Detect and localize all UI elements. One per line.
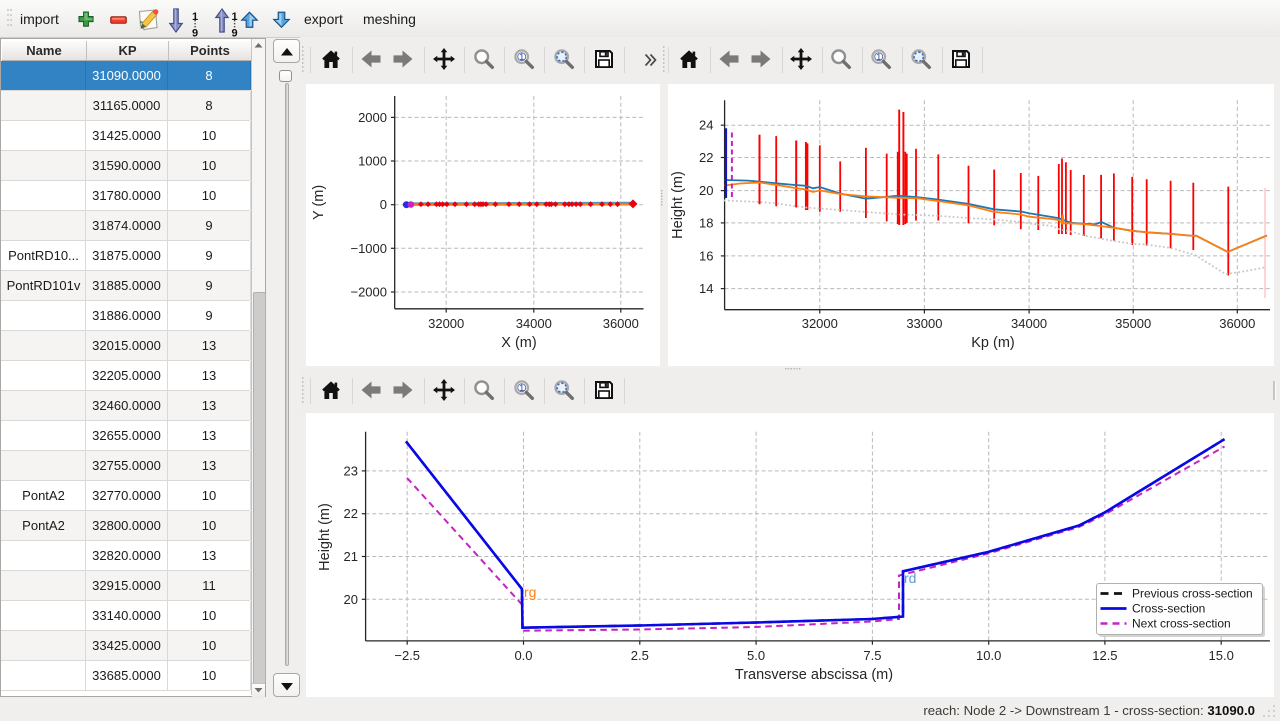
svg-text:22: 22 [344,506,358,521]
svg-text:34000: 34000 [1011,316,1047,331]
svg-text:Y (m): Y (m) [311,185,327,220]
svg-text:2000: 2000 [358,110,387,125]
svg-text:7.5: 7.5 [863,648,881,663]
svg-text:18: 18 [699,215,713,230]
svg-text:Height (m): Height (m) [317,503,333,571]
svg-text:35000: 35000 [1115,316,1151,331]
svg-text:Cross-section: Cross-section [1132,602,1205,616]
svg-text:Next cross-section: Next cross-section [1132,617,1231,631]
svg-text:12.5: 12.5 [1092,648,1117,663]
svg-text:−1000: −1000 [350,241,387,256]
svg-text:36000: 36000 [603,316,639,331]
svg-text:Kp (m): Kp (m) [971,335,1015,351]
svg-text:20: 20 [699,183,713,198]
svg-text:−2000: −2000 [350,285,387,300]
svg-text:rg: rg [524,584,536,600]
svg-text:32000: 32000 [802,316,838,331]
svg-text:10.0: 10.0 [976,648,1001,663]
svg-text:Previous cross-section: Previous cross-section [1132,587,1253,601]
svg-text:34000: 34000 [516,316,552,331]
svg-text:Height (m): Height (m) [670,171,686,239]
svg-text:rd: rd [904,570,916,586]
svg-text:21: 21 [344,549,358,564]
svg-text:15.0: 15.0 [1209,648,1234,663]
svg-text:−2.5: −2.5 [394,648,420,663]
svg-text:1000: 1000 [358,154,387,169]
svg-text:24: 24 [699,118,713,133]
svg-text:9: 9 [192,28,198,38]
svg-text:14: 14 [699,281,713,296]
svg-text:33000: 33000 [906,316,942,331]
svg-text:22: 22 [699,150,713,165]
svg-text:16: 16 [699,248,713,263]
svg-text:0: 0 [380,197,387,212]
svg-text:2.5: 2.5 [631,648,649,663]
svg-text:36000: 36000 [1219,316,1255,331]
svg-text:5.0: 5.0 [747,648,765,663]
svg-text:20: 20 [344,592,358,607]
svg-text:X (m): X (m) [501,335,536,351]
svg-text:9: 9 [232,28,238,38]
svg-text:32000: 32000 [428,316,464,331]
svg-text:0.0: 0.0 [514,648,532,663]
svg-text:Transverse abscissa (m): Transverse abscissa (m) [735,667,893,683]
svg-text:23: 23 [344,463,358,478]
